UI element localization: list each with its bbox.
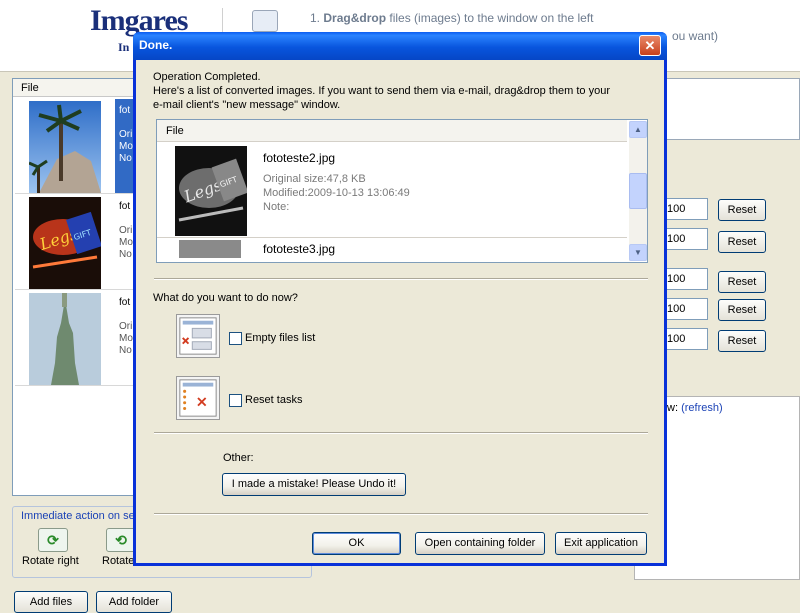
reset-button[interactable]: Reset [718, 271, 766, 293]
list-item[interactable]: fototeste3.jpg [157, 237, 627, 262]
file-name: fototeste2.jpg [263, 151, 336, 165]
scroll-up-icon[interactable]: ▲ [629, 121, 647, 138]
dialog-title: Done. [139, 38, 173, 52]
instruction-step-1: 1. Drag&drop files (images) to the windo… [310, 11, 594, 25]
reset-tasks-icon [176, 376, 220, 420]
done-dialog: Done. ✕ Operation Completed. Here's a li… [133, 32, 667, 566]
rotate-left-icon[interactable]: ⟲ [106, 528, 136, 552]
value-field[interactable]: 100 [662, 198, 708, 220]
statue-thumbnail [29, 293, 101, 385]
file-name: fototeste3.jpg [263, 242, 336, 256]
reset-tasks-label[interactable]: Reset tasks [245, 394, 302, 406]
instruction-step-2: ou want) [672, 29, 719, 43]
reset-tasks-checkbox[interactable] [229, 394, 242, 407]
modified-date: Modified:2009-10-13 13:06:49 [263, 187, 410, 199]
value-field[interactable]: 100 [662, 298, 708, 320]
other-label: Other: [223, 452, 254, 464]
app-logo-subtitle: In [118, 40, 130, 54]
preview-label: w: (refresh) [667, 402, 723, 414]
drag-drop-icon [252, 10, 278, 32]
add-files-button[interactable]: Add files [14, 591, 88, 613]
reset-button[interactable]: Reset [718, 330, 766, 352]
note: Note: [263, 201, 290, 213]
scroll-thumb[interactable] [629, 173, 647, 209]
divider [154, 513, 648, 515]
question-label: What do you want to do now? [153, 292, 298, 304]
file-thumbnail-partial [179, 240, 241, 258]
palm-tree-thumbnail [29, 101, 101, 193]
value-field[interactable]: 100 [662, 328, 708, 350]
neon-sign-thumbnail: Legs GIFT [29, 197, 101, 289]
empty-files-label[interactable]: Empty files list [245, 332, 315, 344]
converted-files-list[interactable]: File Legs GIFT fototeste2.jpg Original s… [156, 119, 648, 263]
reset-button[interactable]: Reset [718, 231, 766, 253]
scroll-down-icon[interactable]: ▼ [629, 244, 647, 261]
divider [154, 278, 648, 280]
rotate-right-label[interactable]: Rotate right [22, 555, 79, 567]
value-field[interactable]: 100 [662, 268, 708, 290]
file-row-info: fot Ori Mo No [119, 201, 133, 260]
rotate-left-label[interactable]: Rotate [102, 555, 134, 567]
exit-application-button[interactable]: Exit application [555, 532, 647, 555]
file-row-info: fot Ori Mo No [119, 105, 133, 164]
ok-button[interactable]: OK [312, 532, 401, 555]
original-size: Original size:47,8 KB [263, 173, 366, 185]
undo-button[interactable]: I made a mistake! Please Undo it! [222, 473, 406, 496]
list-column-header[interactable]: File [157, 120, 627, 142]
dialog-titlebar[interactable]: Done. ✕ [133, 32, 667, 60]
intro-message: Operation Completed. Here's a list of co… [153, 71, 610, 111]
reset-button[interactable]: Reset [718, 199, 766, 221]
close-icon[interactable]: ✕ [639, 35, 661, 56]
value-field[interactable]: 100 [662, 228, 708, 250]
empty-list-icon [176, 314, 220, 358]
divider [154, 432, 648, 434]
list-item[interactable]: Legs GIFT fototeste2.jpg Original size:4… [157, 143, 627, 237]
open-folder-button[interactable]: Open containing folder [415, 532, 545, 555]
add-folder-button[interactable]: Add folder [96, 591, 172, 613]
immediate-action-title: Immediate action on se [20, 510, 136, 522]
file-row-info: fot Ori Mo No [119, 297, 133, 356]
rotate-right-icon[interactable]: ⟳ [38, 528, 68, 552]
reset-button[interactable]: Reset [718, 299, 766, 321]
refresh-link[interactable]: (refresh) [681, 402, 723, 414]
list-scrollbar[interactable]: ▲ ▼ [629, 121, 647, 261]
empty-files-checkbox[interactable] [229, 332, 242, 345]
neon-sign-grayscale-thumbnail: Legs GIFT [175, 146, 247, 236]
